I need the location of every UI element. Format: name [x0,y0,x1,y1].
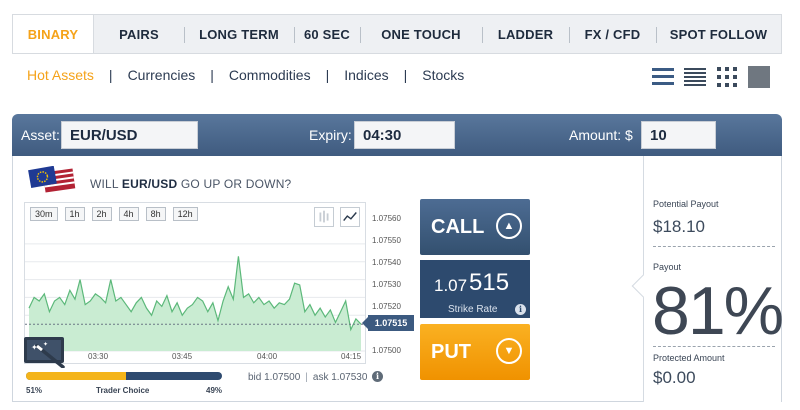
line-chart-icon[interactable] [340,207,360,227]
y-tick-label: 1.07560 [372,214,401,223]
bid-value: bid 1.07500 [248,372,301,383]
view-mode-switcher [652,66,770,88]
price-area [29,256,361,351]
tab-pairs[interactable]: PAIRS [94,15,184,53]
timeframe-30m-button[interactable]: 30m [30,207,58,221]
y-tick-label: 1.07550 [372,236,401,245]
subnav-separator: | [210,67,214,83]
asset-label: Asset: [21,127,60,143]
eur-usd-flag-icon [28,166,76,193]
product-tab-bar: BINARY PAIRS LONG TERM 60 SEC ONE TOUCH … [12,14,782,54]
subnav-currencies[interactable]: Currencies [128,67,196,83]
trader-choice-put-percent: 49% [206,386,223,395]
timeframe-12h-button[interactable]: 12h [172,207,198,221]
current-price-marker: 1.07515 [362,315,414,331]
tab-spot-follow[interactable]: SPOT FOLLOW [656,15,781,53]
trader-choice-call-percent: 51% [26,386,43,395]
trader-choice-label: Trader Choice [96,386,150,395]
potential-payout-label: Potential Payout [653,199,719,209]
trader-choice-bar [26,372,222,380]
y-tick-label: 1.07530 [372,280,401,289]
question-asset: EUR/USD [121,177,178,191]
subnav-commodities[interactable]: Commodities [229,67,311,83]
timeframe-buttons: 30m 1h 2h 4h 8h 12h [30,207,198,221]
call-label: CALL [431,216,485,238]
subnav-stocks[interactable]: Stocks [422,67,464,83]
tab-binary[interactable]: BINARY [13,15,94,53]
payout-percent: 81% [652,273,784,349]
protected-amount-value: $0.00 [653,368,696,387]
expiry-label: Expiry: [309,127,352,143]
strike-rate-box: 1.07 515 Strike Rate i [420,260,530,318]
tab-one-touch[interactable]: ONE TOUCH [360,15,482,53]
tab-60-sec[interactable]: 60 SEC [294,15,360,53]
amount-label: Amount: $ [569,127,633,143]
subnav-hot-assets[interactable]: Hot Assets [27,67,94,83]
grid-view-icon[interactable] [716,66,738,88]
ask-value: ask 1.07530 [312,372,368,383]
up-arrow-icon: ▲ [496,213,522,239]
divider [653,346,775,347]
strike-price-emphasis: 515 [469,269,510,296]
down-arrow-icon: ▼ [496,338,522,364]
list-view-icon[interactable] [652,66,674,88]
subnav-indices[interactable]: Indices [344,67,388,83]
put-button[interactable]: PUT ▼ [420,324,530,380]
question-prefix: WILL [90,177,122,191]
x-tick-label: 03:30 [88,352,109,361]
info-icon[interactable]: i [372,371,383,382]
expiry-select[interactable]: 04:30 [354,121,455,149]
call-button[interactable]: CALL ▲ [420,199,530,255]
candlestick-chart-icon[interactable] [314,207,334,227]
bid-ask-quote: bid 1.07500 | ask 1.07530 [248,372,367,383]
tab-fx-cfd[interactable]: FX / CFD [569,15,656,53]
tab-ladder[interactable]: LADDER [482,15,569,53]
y-tick-label: 1.07540 [372,258,401,267]
magic-wand-icon[interactable]: ✦ ✦ [23,336,65,368]
y-tick-label: 1.07520 [372,302,401,311]
subnav-separator: | [403,67,408,83]
divider [653,246,775,247]
put-label: PUT [431,341,471,363]
timeframe-1h-button[interactable]: 1h [64,207,85,221]
subnav-separator: | [325,67,330,83]
subnav-separator: | [108,67,113,83]
bid-ask-separator: | [305,372,308,383]
question-suffix: GO UP OR DOWN? [177,177,292,191]
tab-long-term[interactable]: LONG TERM [184,15,294,53]
strike-info-icon[interactable]: i [515,304,526,315]
svg-text:✦: ✦ [31,343,38,352]
tile-view-icon[interactable] [748,66,770,88]
payout-label: Payout [653,262,682,272]
asset-category-nav: Hot Assets | Currencies | Commodities | … [27,67,464,83]
y-tick-label: 1.07500 [372,346,401,355]
x-tick-label: 04:15 [341,352,362,361]
strike-rate-label: Strike Rate [448,304,498,315]
strike-price-prefix: 1.07 [434,276,468,295]
timeframe-8h-button[interactable]: 8h [145,207,166,221]
timeframe-2h-button[interactable]: 2h [91,207,112,221]
x-tick-label: 04:00 [257,352,278,361]
potential-payout-value: $18.10 [653,217,705,236]
compact-list-view-icon[interactable] [684,66,706,88]
timeframe-4h-button[interactable]: 4h [118,207,139,221]
price-chart [25,243,365,352]
protected-amount-label: Protected Amount [653,353,725,363]
svg-text:✦: ✦ [43,341,48,348]
amount-input[interactable]: 10 [641,121,716,149]
trader-choice-call-fill [26,372,126,380]
trade-question: WILL EUR/USD GO UP OR DOWN? [90,177,291,191]
x-tick-label: 03:45 [172,352,193,361]
trade-header: Asset: EUR/USD Expiry: 04:30 Amount: $ 1… [12,114,782,170]
asset-select[interactable]: EUR/USD [61,121,198,149]
